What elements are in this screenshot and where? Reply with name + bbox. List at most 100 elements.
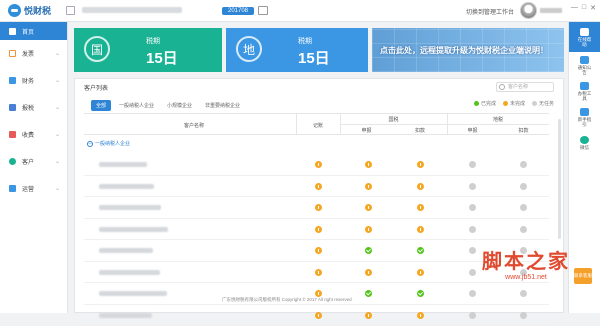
- status-warn-icon[interactable]: [417, 226, 424, 233]
- rightbar-label: 通知公告: [578, 65, 592, 75]
- fee-icon: [9, 131, 16, 138]
- sidebar-item-label: 报税: [22, 103, 34, 112]
- status-warn-icon[interactable]: [417, 161, 424, 168]
- customer-name-blurred[interactable]: [99, 291, 167, 296]
- company-icon: [66, 6, 75, 15]
- status-ok-icon[interactable]: [417, 247, 424, 254]
- table-row[interactable]: [84, 305, 549, 326]
- contact-service-button[interactable]: 联系客服: [574, 268, 592, 284]
- period-value[interactable]: 201708: [222, 7, 254, 15]
- status-gray-icon[interactable]: [469, 161, 476, 168]
- scrollbar[interactable]: [558, 119, 561, 239]
- table-row[interactable]: [84, 219, 549, 241]
- search-input[interactable]: 客户名称: [496, 82, 554, 92]
- customer-name-blurred[interactable]: [99, 248, 153, 253]
- user-area[interactable]: [520, 2, 562, 19]
- status-gray-icon[interactable]: [469, 204, 476, 211]
- status-warn-icon[interactable]: [365, 183, 372, 190]
- status-warn-icon[interactable]: [315, 247, 322, 254]
- watermark: 脚本之家 www.jb51.net: [482, 245, 570, 281]
- app-logo[interactable]: 悦财税: [8, 4, 51, 17]
- sidebar-item-fee[interactable]: 收费 ⌄: [0, 121, 67, 148]
- status-gray-icon[interactable]: [520, 161, 527, 168]
- close-icon[interactable]: ✕: [590, 4, 596, 12]
- status-warn-icon[interactable]: [315, 183, 322, 190]
- status-legend: 已完成 未完成 无任务: [474, 100, 554, 107]
- sidebar-item-label: 客户: [22, 157, 34, 166]
- sidebar-item-invoice[interactable]: 发票 ⌄: [0, 40, 67, 67]
- status-gray-icon[interactable]: [520, 226, 527, 233]
- upgrade-banner[interactable]: 点击此处，远程提取升级为悦财税企业端说明！: [372, 28, 564, 72]
- status-warn-icon[interactable]: [417, 269, 424, 276]
- customer-name-blurred[interactable]: [99, 313, 152, 318]
- status-ok-icon[interactable]: [365, 247, 372, 254]
- status-ok-icon[interactable]: [417, 290, 424, 297]
- status-gray-icon[interactable]: [469, 290, 476, 297]
- customer-icon: [9, 158, 16, 165]
- tab-all[interactable]: 全部: [91, 100, 111, 111]
- calendar-icon[interactable]: [258, 6, 268, 15]
- status-gray-icon[interactable]: [520, 204, 527, 211]
- collapse-icon[interactable]: –: [87, 141, 93, 147]
- tab-non-important[interactable]: 非重要纳税企业: [200, 100, 245, 111]
- status-gray-icon[interactable]: [469, 247, 476, 254]
- col-local-tax: 地税: [447, 116, 549, 123]
- status-gray-icon[interactable]: [469, 226, 476, 233]
- watermark-title: 脚本之家: [482, 245, 570, 274]
- status-warn-icon[interactable]: [365, 226, 372, 233]
- status-warn-icon[interactable]: [315, 269, 322, 276]
- status-warn-icon[interactable]: [365, 269, 372, 276]
- customer-name-blurred[interactable]: [99, 205, 161, 210]
- local-tax-card[interactable]: 地 税期 15日: [226, 28, 368, 72]
- rightbar-label: 新手指引: [578, 117, 592, 127]
- customer-name-blurred[interactable]: [99, 270, 160, 275]
- customer-name-blurred[interactable]: [99, 162, 147, 167]
- rightbar-item-guide[interactable]: 新手指引: [569, 104, 600, 130]
- table-row[interactable]: [84, 154, 549, 176]
- customer-name-blurred[interactable]: [99, 227, 168, 232]
- status-warn-icon[interactable]: [365, 204, 372, 211]
- sidebar-item-home[interactable]: 首页: [0, 22, 67, 40]
- banner-text: 点击此处，远程提取升级为悦财税企业端说明！: [380, 45, 548, 56]
- status-warn-icon[interactable]: [315, 204, 322, 211]
- status-gray-icon[interactable]: [520, 290, 527, 297]
- table-row[interactable]: [84, 262, 549, 284]
- avatar[interactable]: [520, 2, 537, 19]
- local-tax-icon: 地: [236, 36, 262, 62]
- rightbar-item-tools[interactable]: 办税工具: [569, 78, 600, 104]
- sidebar-item-customer[interactable]: 客户 ⌄: [0, 148, 67, 175]
- status-gray-icon[interactable]: [469, 269, 476, 276]
- sidebar-item-finance[interactable]: 财务 ⌄: [0, 67, 67, 94]
- status-warn-icon[interactable]: [315, 161, 322, 168]
- company-name-blurred[interactable]: [82, 7, 182, 13]
- status-warn-icon[interactable]: [365, 161, 372, 168]
- sidebar-item-tax-report[interactable]: 报税 ⌄: [0, 94, 67, 121]
- help-icon: [580, 28, 589, 36]
- minimize-icon[interactable]: —: [571, 4, 578, 12]
- workbench-link[interactable]: 切换到管理工作台: [466, 7, 514, 16]
- status-gray-icon[interactable]: [520, 183, 527, 190]
- status-warn-icon[interactable]: [417, 204, 424, 211]
- rightbar-item-help[interactable]: 在线帮助: [569, 22, 600, 52]
- period-selector[interactable]: 201708: [222, 6, 268, 15]
- tab-small-scale[interactable]: 小规模企业: [162, 100, 197, 111]
- tab-general-taxpayer[interactable]: 一般纳税人企业: [114, 100, 159, 111]
- chevron-down-icon: ⌄: [55, 158, 60, 165]
- rightbar-item-notice[interactable]: 通知公告: [569, 52, 600, 78]
- table-row[interactable]: [84, 176, 549, 198]
- table-row[interactable]: [84, 240, 549, 262]
- table-row[interactable]: [84, 197, 549, 219]
- maximize-icon[interactable]: □: [582, 4, 586, 12]
- sidebar-item-operation[interactable]: 运营 ⌄: [0, 175, 67, 202]
- status-ok-icon[interactable]: [365, 290, 372, 297]
- status-warn-icon[interactable]: [315, 226, 322, 233]
- home-icon: [9, 28, 16, 35]
- rightbar-item-wechat[interactable]: 微信: [569, 130, 600, 156]
- group-toggle[interactable]: – 一般纳税人企业: [87, 140, 130, 147]
- status-warn-icon[interactable]: [417, 183, 424, 190]
- status-warn-icon[interactable]: [315, 290, 322, 297]
- national-tax-card[interactable]: 国 税期 15日: [74, 28, 222, 72]
- status-gray-icon[interactable]: [469, 183, 476, 190]
- customer-name-blurred[interactable]: [99, 184, 154, 189]
- wechat-icon: [580, 136, 589, 144]
